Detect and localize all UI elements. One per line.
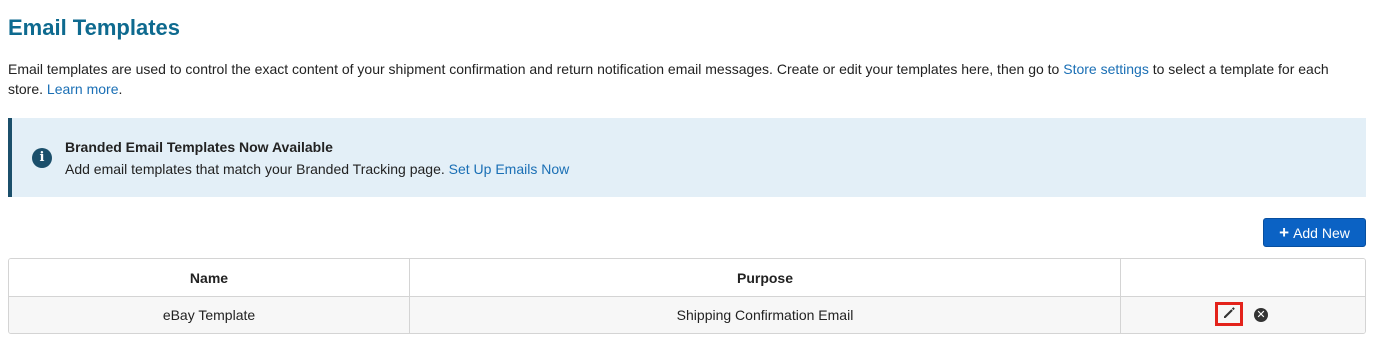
edit-template-button[interactable] <box>1215 302 1243 326</box>
delete-template-button[interactable]: ✕ <box>1254 308 1268 322</box>
page-title: Email Templates <box>8 15 180 40</box>
add-new-button[interactable]: + Add New <box>1263 218 1366 247</box>
template-name-cell: eBay Template <box>162 307 256 323</box>
store-settings-link[interactable]: Store settings <box>1063 61 1149 77</box>
templates-table: Name Purpose eBay Template Shipping Conf… <box>8 258 1366 334</box>
row-actions: ✕ <box>1121 297 1365 333</box>
set-up-emails-link[interactable]: Set Up Emails Now <box>449 161 570 177</box>
pencil-icon <box>1222 306 1236 323</box>
add-new-label: Add New <box>1293 225 1350 241</box>
close-circle-icon: ✕ <box>1256 308 1266 321</box>
page-description: Email templates are used to control the … <box>8 59 1353 99</box>
plus-icon: + <box>1279 223 1290 242</box>
banner-title: Branded Email Templates Now Available <box>65 139 333 155</box>
template-actions-cell: ✕ <box>1120 297 1365 333</box>
banner-message: Add email templates that match your Bran… <box>65 161 449 177</box>
description-text-1: Email templates are used to control the … <box>8 61 1064 77</box>
template-purpose-cell: Shipping Confirmation Email <box>409 297 1120 333</box>
learn-more-link[interactable]: Learn more <box>47 81 119 97</box>
banner-text: Add email templates that match your Bran… <box>65 160 569 178</box>
column-header-name: Name <box>189 269 229 286</box>
table-row: eBay Template Shipping Confirmation Emai… <box>9 297 1365 333</box>
table-header-row: Name Purpose <box>9 259 1365 297</box>
info-icon: i <box>32 148 52 168</box>
email-templates-page: Email Templates Email templates are used… <box>0 0 1376 357</box>
description-text-end: . <box>118 81 123 97</box>
column-header-purpose: Purpose <box>409 259 1120 296</box>
column-header-actions <box>1120 259 1365 296</box>
info-banner: i Branded Email Templates Now Available … <box>8 118 1366 197</box>
